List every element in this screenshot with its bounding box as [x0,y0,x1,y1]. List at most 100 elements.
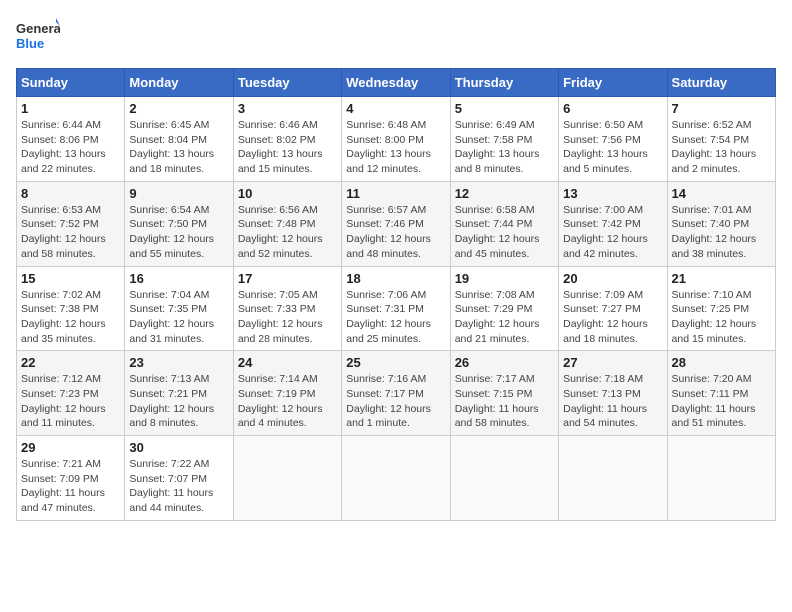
calendar-week-3: 15 Sunrise: 7:02 AM Sunset: 7:38 PM Dayli… [17,266,776,351]
day-info: Sunrise: 6:58 AM Sunset: 7:44 PM Dayligh… [455,203,554,262]
calendar-week-1: 1 Sunrise: 6:44 AM Sunset: 8:06 PM Daylig… [17,97,776,182]
calendar-cell: 29Sunrise: 7:21 AM Sunset: 7:09 PM Dayli… [17,436,125,521]
calendar-cell [233,436,341,521]
day-info: Sunrise: 7:16 AM Sunset: 7:17 PM Dayligh… [346,372,445,431]
day-info: Sunrise: 7:08 AM Sunset: 7:29 PM Dayligh… [455,288,554,347]
day-info: Sunrise: 7:20 AM Sunset: 7:11 PM Dayligh… [672,372,771,431]
day-info: Sunrise: 7:12 AM Sunset: 7:23 PM Dayligh… [21,372,120,431]
svg-text:General: General [16,21,60,36]
calendar-table: SundayMondayTuesdayWednesdayThursdayFrid… [16,68,776,521]
calendar-cell: 8Sunrise: 6:53 AM Sunset: 7:52 PM Daylig… [17,181,125,266]
calendar-cell: 28 Sunrise: 7:20 AM Sunset: 7:11 PM Dayli… [667,351,775,436]
day-number: 27 [563,355,662,370]
day-info: Sunrise: 7:05 AM Sunset: 7:33 PM Dayligh… [238,288,337,347]
logo: General Blue [16,16,60,56]
weekday-header-sunday: Sunday [17,69,125,97]
calendar-cell: 22 Sunrise: 7:12 AM Sunset: 7:23 PM Dayli… [17,351,125,436]
weekday-header-row: SundayMondayTuesdayWednesdayThursdayFrid… [17,69,776,97]
calendar-cell: 26 Sunrise: 7:17 AM Sunset: 7:15 PM Dayli… [450,351,558,436]
day-info: Sunrise: 6:46 AM Sunset: 8:02 PM Dayligh… [238,118,337,177]
calendar-cell: 17 Sunrise: 7:05 AM Sunset: 7:33 PM Dayli… [233,266,341,351]
day-info: Sunrise: 7:18 AM Sunset: 7:13 PM Dayligh… [563,372,662,431]
calendar-cell [450,436,558,521]
calendar-cell: 2Sunrise: 6:45 AM Sunset: 8:04 PM Daylig… [125,97,233,182]
calendar-cell [667,436,775,521]
day-number: 20 [563,271,662,286]
day-number: 8 [21,186,120,201]
calendar-cell: 1 Sunrise: 6:44 AM Sunset: 8:06 PM Daylig… [17,97,125,182]
day-number: 16 [129,271,228,286]
day-info: Sunrise: 6:44 AM Sunset: 8:06 PM Dayligh… [21,118,120,177]
day-info: Sunrise: 7:01 AM Sunset: 7:40 PM Dayligh… [672,203,771,262]
day-info: Sunrise: 7:14 AM Sunset: 7:19 PM Dayligh… [238,372,337,431]
weekday-header-friday: Friday [559,69,667,97]
calendar-cell: 30 Sunrise: 7:22 AM Sunset: 7:07 PM Dayli… [125,436,233,521]
day-number: 3 [238,101,337,116]
day-number: 15 [21,271,120,286]
calendar-cell: 21Sunrise: 7:10 AM Sunset: 7:25 PM Dayli… [667,266,775,351]
calendar-cell [342,436,450,521]
day-number: 5 [455,101,554,116]
day-info: Sunrise: 6:57 AM Sunset: 7:46 PM Dayligh… [346,203,445,262]
calendar-body: 1 Sunrise: 6:44 AM Sunset: 8:06 PM Daylig… [17,97,776,521]
day-number: 23 [129,355,228,370]
day-number: 14 [672,186,771,201]
day-number: 28 [672,355,771,370]
day-info: Sunrise: 6:54 AM Sunset: 7:50 PM Dayligh… [129,203,228,262]
calendar-cell [559,436,667,521]
calendar-cell: 19Sunrise: 7:08 AM Sunset: 7:29 PM Dayli… [450,266,558,351]
day-number: 9 [129,186,228,201]
weekday-header-tuesday: Tuesday [233,69,341,97]
day-number: 10 [238,186,337,201]
logo-svg: General Blue [16,16,60,56]
day-number: 30 [129,440,228,455]
day-info: Sunrise: 7:02 AM Sunset: 7:38 PM Dayligh… [21,288,120,347]
calendar-cell: 10 Sunrise: 6:56 AM Sunset: 7:48 PM Dayli… [233,181,341,266]
day-info: Sunrise: 6:49 AM Sunset: 7:58 PM Dayligh… [455,118,554,177]
calendar-week-4: 22 Sunrise: 7:12 AM Sunset: 7:23 PM Dayli… [17,351,776,436]
calendar-cell: 4 Sunrise: 6:48 AM Sunset: 8:00 PM Daylig… [342,97,450,182]
calendar-cell: 23 Sunrise: 7:13 AM Sunset: 7:21 PM Dayli… [125,351,233,436]
day-info: Sunrise: 7:17 AM Sunset: 7:15 PM Dayligh… [455,372,554,431]
calendar-cell: 5 Sunrise: 6:49 AM Sunset: 7:58 PM Daylig… [450,97,558,182]
calendar-cell: 7 Sunrise: 6:52 AM Sunset: 7:54 PM Daylig… [667,97,775,182]
calendar-week-5: 29Sunrise: 7:21 AM Sunset: 7:09 PM Dayli… [17,436,776,521]
calendar-cell: 3 Sunrise: 6:46 AM Sunset: 8:02 PM Daylig… [233,97,341,182]
calendar-cell: 6 Sunrise: 6:50 AM Sunset: 7:56 PM Daylig… [559,97,667,182]
weekday-header-monday: Monday [125,69,233,97]
day-info: Sunrise: 7:21 AM Sunset: 7:09 PM Dayligh… [21,457,120,516]
day-info: Sunrise: 7:22 AM Sunset: 7:07 PM Dayligh… [129,457,228,516]
day-number: 4 [346,101,445,116]
weekday-header-wednesday: Wednesday [342,69,450,97]
calendar-cell: 15 Sunrise: 7:02 AM Sunset: 7:38 PM Dayli… [17,266,125,351]
day-number: 7 [672,101,771,116]
day-number: 2 [129,101,228,116]
day-info: Sunrise: 6:50 AM Sunset: 7:56 PM Dayligh… [563,118,662,177]
day-number: 12 [455,186,554,201]
day-number: 26 [455,355,554,370]
calendar-cell: 9 Sunrise: 6:54 AM Sunset: 7:50 PM Daylig… [125,181,233,266]
svg-text:Blue: Blue [16,36,44,51]
day-info: Sunrise: 6:52 AM Sunset: 7:54 PM Dayligh… [672,118,771,177]
calendar-cell: 25 Sunrise: 7:16 AM Sunset: 7:17 PM Dayli… [342,351,450,436]
calendar-cell: 13Sunrise: 7:00 AM Sunset: 7:42 PM Dayli… [559,181,667,266]
day-info: Sunrise: 7:09 AM Sunset: 7:27 PM Dayligh… [563,288,662,347]
day-info: Sunrise: 6:56 AM Sunset: 7:48 PM Dayligh… [238,203,337,262]
day-info: Sunrise: 7:06 AM Sunset: 7:31 PM Dayligh… [346,288,445,347]
calendar-cell: 11 Sunrise: 6:57 AM Sunset: 7:46 PM Dayli… [342,181,450,266]
day-number: 25 [346,355,445,370]
day-number: 22 [21,355,120,370]
day-number: 6 [563,101,662,116]
calendar-cell: 16Sunrise: 7:04 AM Sunset: 7:35 PM Dayli… [125,266,233,351]
day-number: 1 [21,101,120,116]
calendar-cell: 20 Sunrise: 7:09 AM Sunset: 7:27 PM Dayli… [559,266,667,351]
day-number: 24 [238,355,337,370]
day-number: 21 [672,271,771,286]
day-info: Sunrise: 6:48 AM Sunset: 8:00 PM Dayligh… [346,118,445,177]
day-info: Sunrise: 7:13 AM Sunset: 7:21 PM Dayligh… [129,372,228,431]
weekday-header-thursday: Thursday [450,69,558,97]
day-number: 17 [238,271,337,286]
day-number: 11 [346,186,445,201]
calendar-cell: 24 Sunrise: 7:14 AM Sunset: 7:19 PM Dayli… [233,351,341,436]
day-info: Sunrise: 7:00 AM Sunset: 7:42 PM Dayligh… [563,203,662,262]
